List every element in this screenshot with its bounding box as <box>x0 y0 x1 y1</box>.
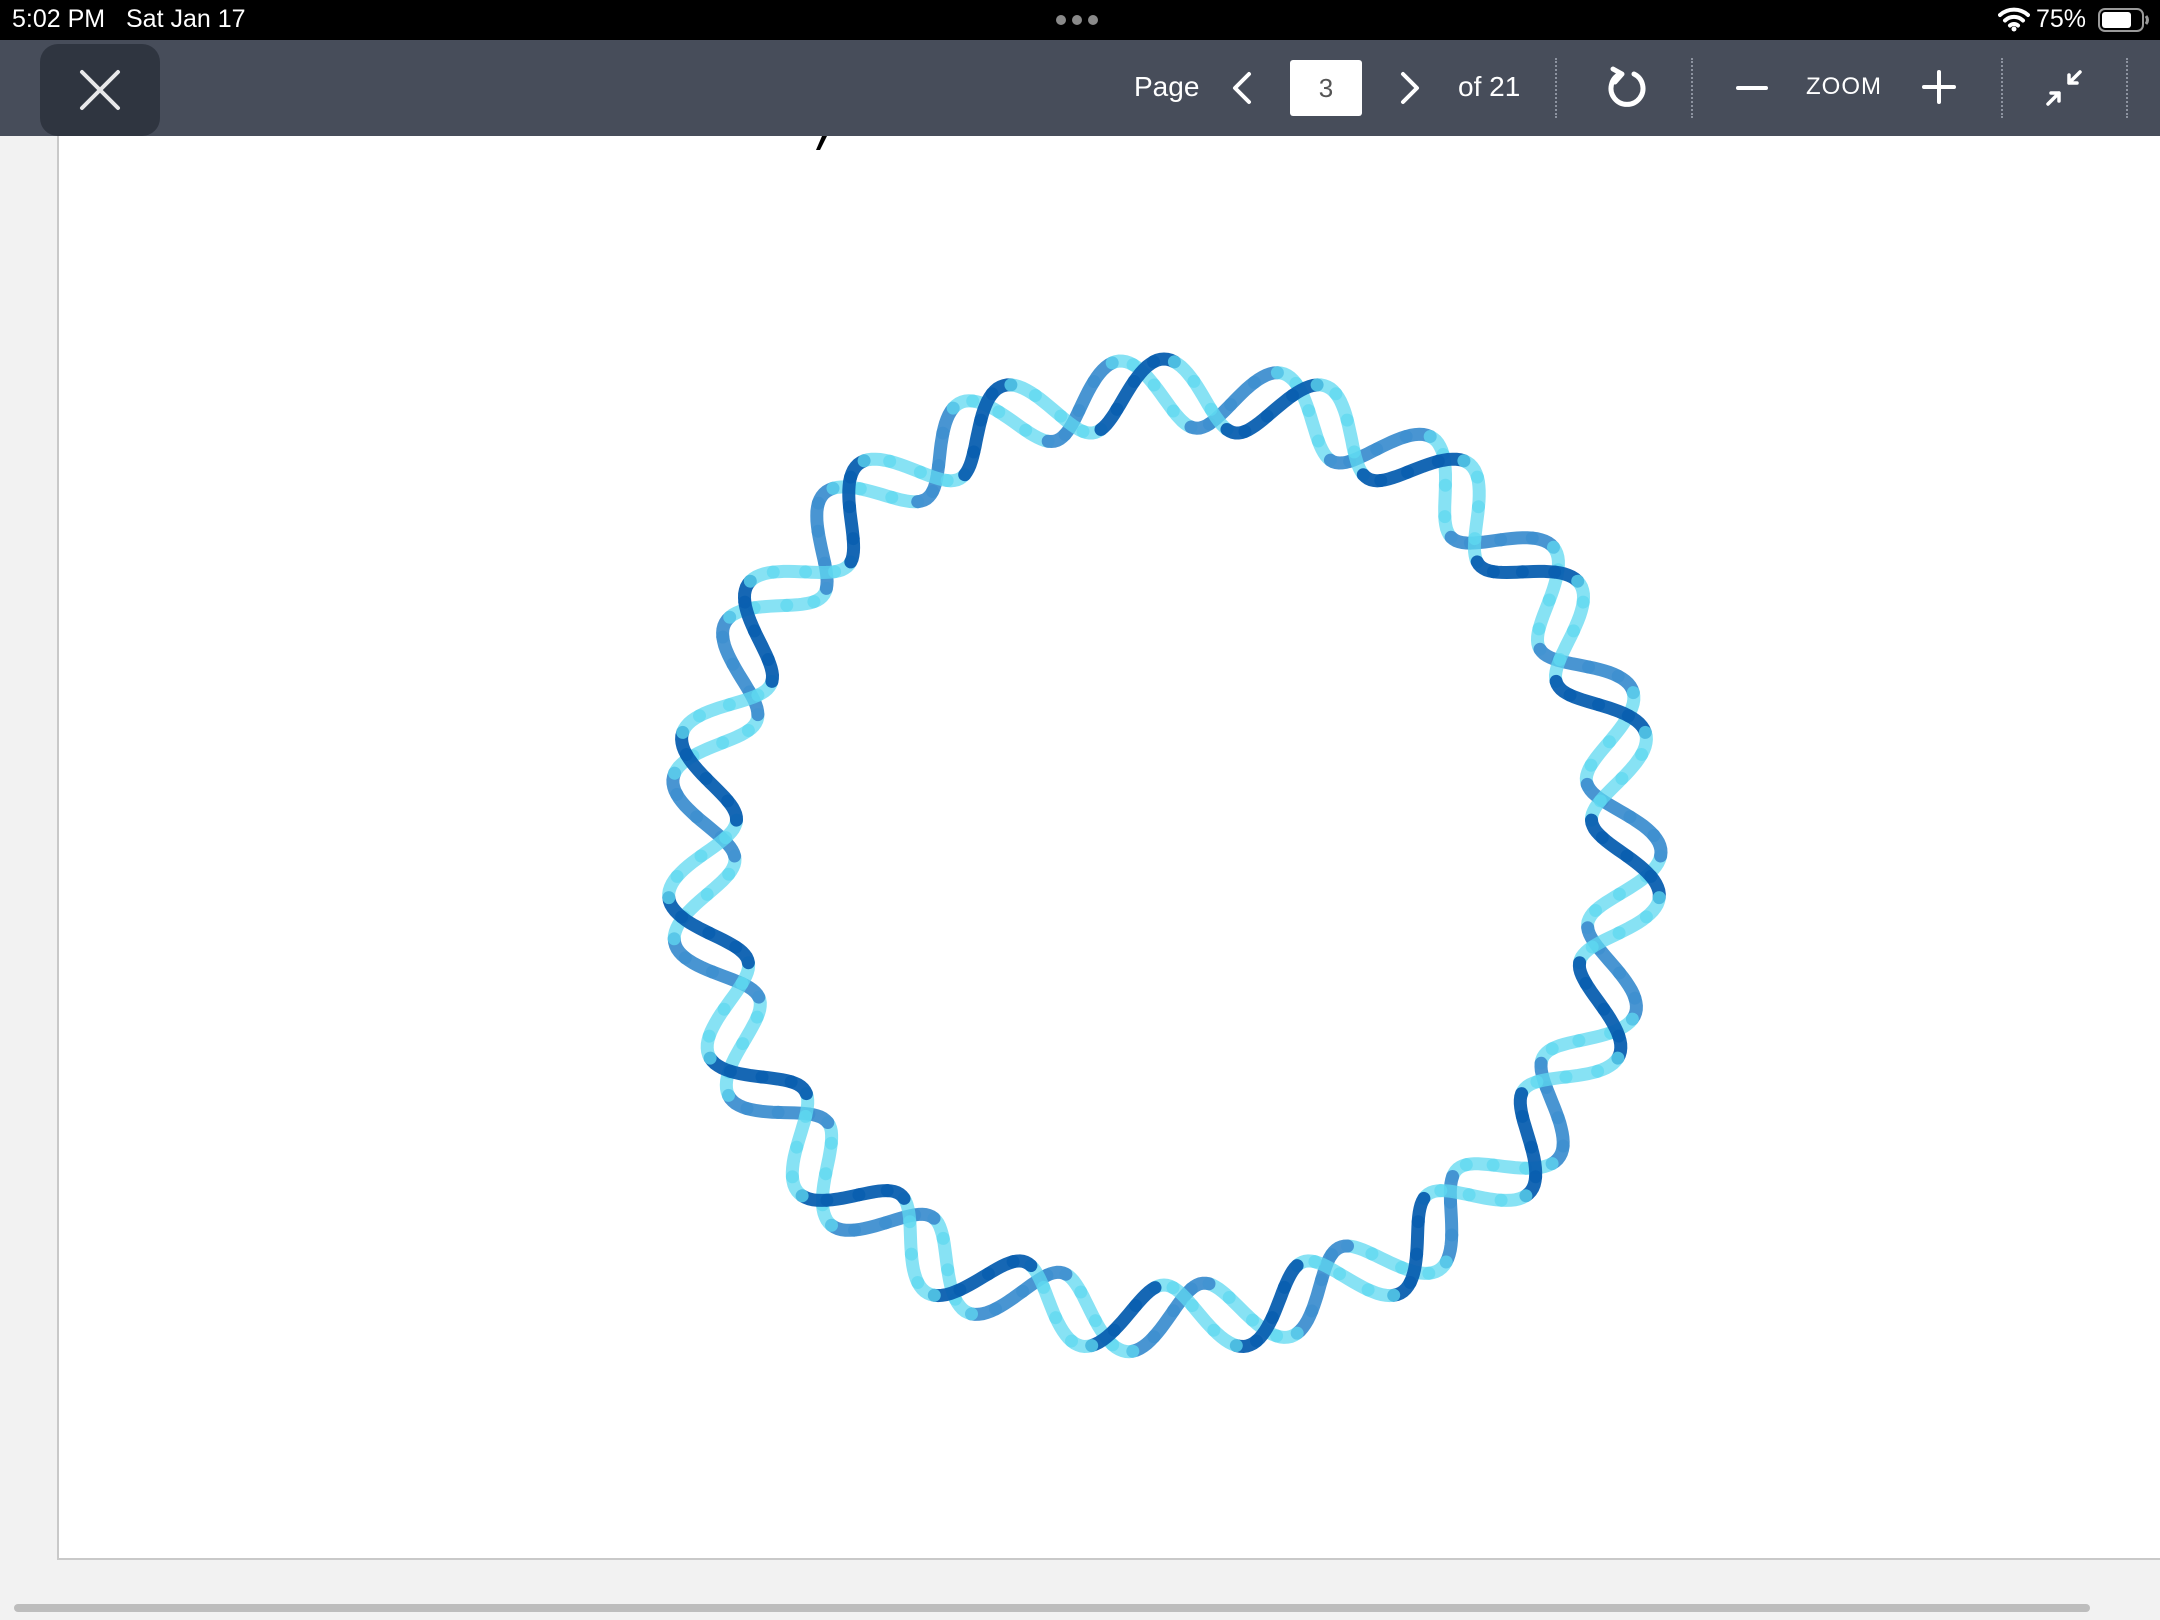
status-time: 5:02 PM <box>12 5 106 33</box>
horizontal-scrollbar[interactable] <box>14 1604 2090 1612</box>
battery-percent: 75% <box>2036 5 2087 33</box>
close-icon <box>80 70 120 110</box>
page-total-label: of 21 <box>1458 71 1521 102</box>
close-button[interactable] <box>40 44 160 136</box>
toolbar-divider <box>1691 58 1693 118</box>
circular-dna-helix-image <box>662 352 1668 1359</box>
page-label: Page <box>1134 71 1200 102</box>
toolbar-divider <box>1555 58 1557 118</box>
plus-icon[interactable] <box>1918 66 1960 108</box>
minus-icon[interactable] <box>1732 68 1772 108</box>
chevron-left-icon[interactable] <box>1222 64 1262 112</box>
multitasking-dots-icon[interactable] <box>1056 15 1106 25</box>
wifi-icon <box>1998 7 2030 32</box>
viewer-toolbar: Page of 21 ZOOM <box>0 40 2160 136</box>
status-date: Sat Jan 17 <box>126 5 246 33</box>
collapse-arrows-icon[interactable] <box>2040 64 2088 112</box>
chevron-right-icon[interactable] <box>1390 64 1430 112</box>
toolbar-divider <box>2001 58 2003 118</box>
toolbar-divider <box>2126 58 2128 118</box>
battery-icon <box>2098 8 2149 32</box>
page-number-input[interactable] <box>1290 60 1362 116</box>
status-bar: 5:02 PM Sat Jan 17 75% <box>0 0 2160 40</box>
heading-fragment <box>816 136 827 150</box>
zoom-label: ZOOM <box>1806 73 1882 100</box>
rotate-icon[interactable] <box>1602 64 1650 112</box>
document-page <box>57 136 2160 1560</box>
